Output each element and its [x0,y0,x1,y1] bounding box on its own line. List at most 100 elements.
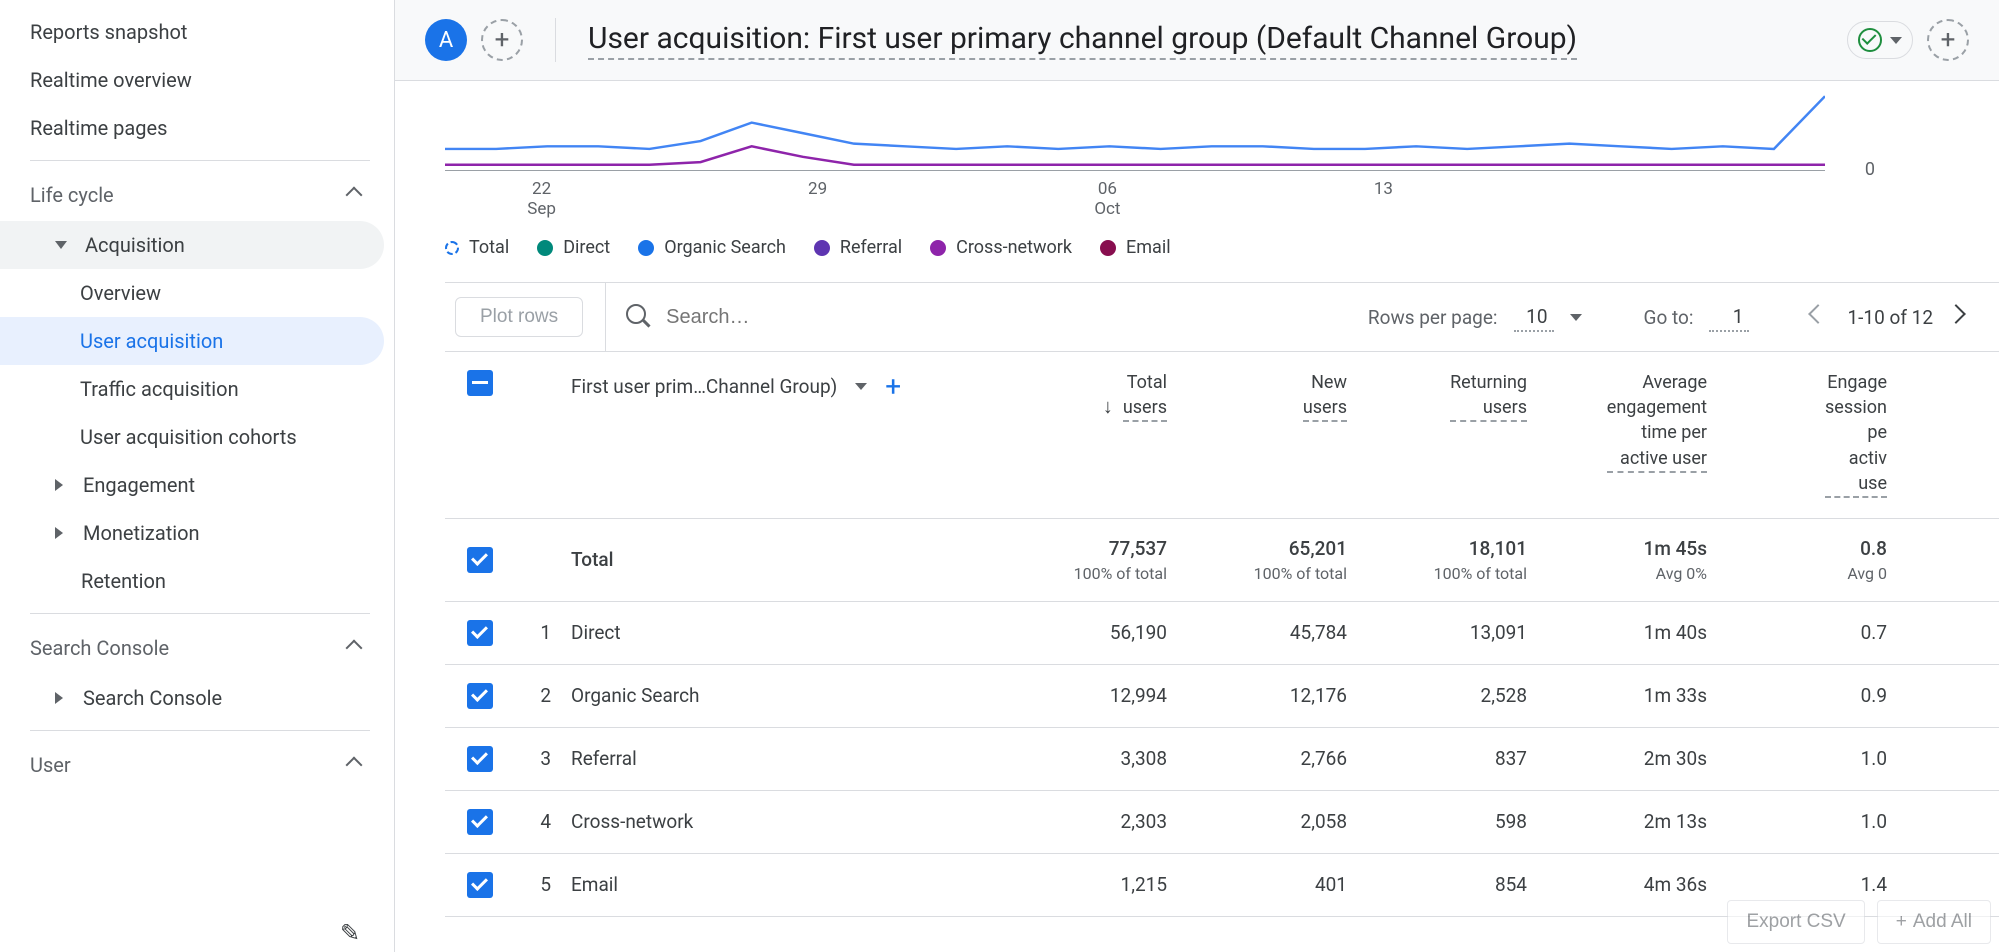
nav-retention[interactable]: Retention [0,557,384,605]
legend-item[interactable]: Referral [814,237,902,258]
row-checkbox[interactable] [467,683,493,709]
caret-down-icon [1890,37,1902,44]
total-label: Total [565,548,1015,571]
pencil-icon[interactable]: ✎ [340,919,360,947]
sort-arrow-icon: ↓ [1103,394,1113,419]
legend-label: Email [1126,237,1171,258]
search-input[interactable] [666,306,906,329]
row-index: 5 [515,873,565,896]
rows-per-page-value[interactable]: 10 [1514,303,1554,332]
chevron-up-icon [346,757,363,774]
nav-reports-snapshot[interactable]: Reports snapshot [0,8,384,56]
metric-cell: 1.0 [1735,747,1915,770]
row-checkbox[interactable] [467,547,493,573]
metric-cell: 0.7 [1735,621,1915,644]
section-search-console[interactable]: Search Console [0,622,394,674]
metric-cell: 598 [1375,810,1555,833]
metric-cell: 0.9 [1735,684,1915,707]
page-title[interactable]: User acquisition: First user primary cha… [588,21,1577,60]
divider [30,160,370,161]
caret-down-icon[interactable] [855,383,867,390]
row-dimension[interactable]: Direct [565,621,1015,644]
nav-realtime-overview[interactable]: Realtime overview [0,56,384,104]
avatar[interactable]: A [425,19,467,61]
legend-item[interactable]: Direct [537,237,610,258]
nav-label: Acquisition [85,233,185,257]
nav-user-acquisition-cohorts[interactable]: User acquisition cohorts [0,413,384,461]
row-checkbox[interactable] [467,620,493,646]
nav-engagement[interactable]: Engagement [0,461,384,509]
metric-cell: 2m 30s [1555,747,1735,770]
legend-item[interactable]: Cross-network [930,237,1072,258]
metric-cell: 837 [1375,747,1555,770]
dimension-dropdown[interactable]: First user prim…Channel Group) [571,375,837,398]
legend-swatch [814,240,830,256]
column-header[interactable]: Newusers [1195,370,1375,498]
nav-user-acquisition[interactable]: User acquisition [0,317,384,365]
legend-swatch [638,240,654,256]
row-dimension[interactable]: Organic Search [565,684,1015,707]
legend-swatch [930,240,946,256]
add-comparison-button[interactable]: + [481,19,523,61]
legend-item[interactable]: Total [445,237,509,258]
select-all-checkbox[interactable] [467,370,493,396]
legend-item[interactable]: Organic Search [638,237,786,258]
add-dimension-button[interactable]: + [885,370,901,403]
legend-swatch [1100,240,1116,256]
legend-swatch [537,240,553,256]
nav-traffic-acquisition[interactable]: Traffic acquisition [0,365,384,413]
search-icon [626,304,652,330]
legend-label: Referral [840,237,902,258]
nav-acquisition[interactable]: Acquisition [0,221,384,269]
total-cell: 0.8Avg 0 [1735,537,1915,583]
table-row: 3Referral3,3082,7668372m 30s1.0 [445,728,1999,791]
column-header[interactable]: Returningusers [1375,370,1555,498]
export-csv-button[interactable]: Export CSV [1727,900,1864,944]
row-checkbox[interactable] [467,809,493,835]
divider [30,613,370,614]
column-header[interactable]: Engagesessionpeactivuse [1735,370,1915,498]
x-tick: 22Sep [527,179,556,220]
row-dimension[interactable]: Email [565,873,1015,896]
add-button[interactable]: + [1927,19,1969,61]
chevron-up-icon [346,187,363,204]
metric-cell: 401 [1195,873,1375,896]
nav-monetization[interactable]: Monetization [0,509,384,557]
header: A + User acquisition: First user primary… [395,0,1999,81]
data-table: First user prim…Channel Group) + ↓Totalu… [445,352,1999,917]
legend-item[interactable]: Email [1100,237,1171,258]
metric-cell: 4m 36s [1555,873,1735,896]
row-index: 3 [515,747,565,770]
column-header[interactable]: ↓Totalusers [1015,370,1195,498]
row-checkbox[interactable] [467,746,493,772]
section-life-cycle[interactable]: Life cycle [0,169,394,221]
legend-label: Organic Search [664,237,786,258]
row-dimension[interactable]: Referral [565,747,1015,770]
caret-down-icon[interactable] [1570,314,1582,321]
metric-cell: 1,215 [1015,873,1195,896]
nav-realtime-pages[interactable]: Realtime pages [0,104,384,152]
nav-overview[interactable]: Overview [0,269,384,317]
column-header[interactable]: Averageengagementtime peractive user [1555,370,1735,498]
section-user[interactable]: User [0,739,394,791]
metric-cell: 12,176 [1195,684,1375,707]
plot-rows-button[interactable]: Plot rows [455,297,583,337]
legend-label: Direct [563,237,610,258]
row-checkbox[interactable] [467,872,493,898]
status-dropdown[interactable] [1847,21,1913,59]
total-cell: 77,537100% of total [1015,537,1195,583]
nav-label: Engagement [83,473,195,497]
section-label: Life cycle [30,183,114,207]
y-axis-zero: 0 [1865,159,1875,180]
go-to-value[interactable]: 1 [1709,303,1749,332]
nav-label: Retention [81,569,166,593]
nav-search-console[interactable]: Search Console [0,674,384,722]
metric-cell: 1.0 [1735,810,1915,833]
page-range: 1-10 of 12 [1847,306,1933,329]
row-index: 4 [515,810,565,833]
add-all-button[interactable]: +Add All [1877,900,1991,944]
divider [30,730,370,731]
prev-page-button[interactable] [1811,307,1831,327]
next-page-button[interactable] [1949,307,1969,327]
row-dimension[interactable]: Cross-network [565,810,1015,833]
